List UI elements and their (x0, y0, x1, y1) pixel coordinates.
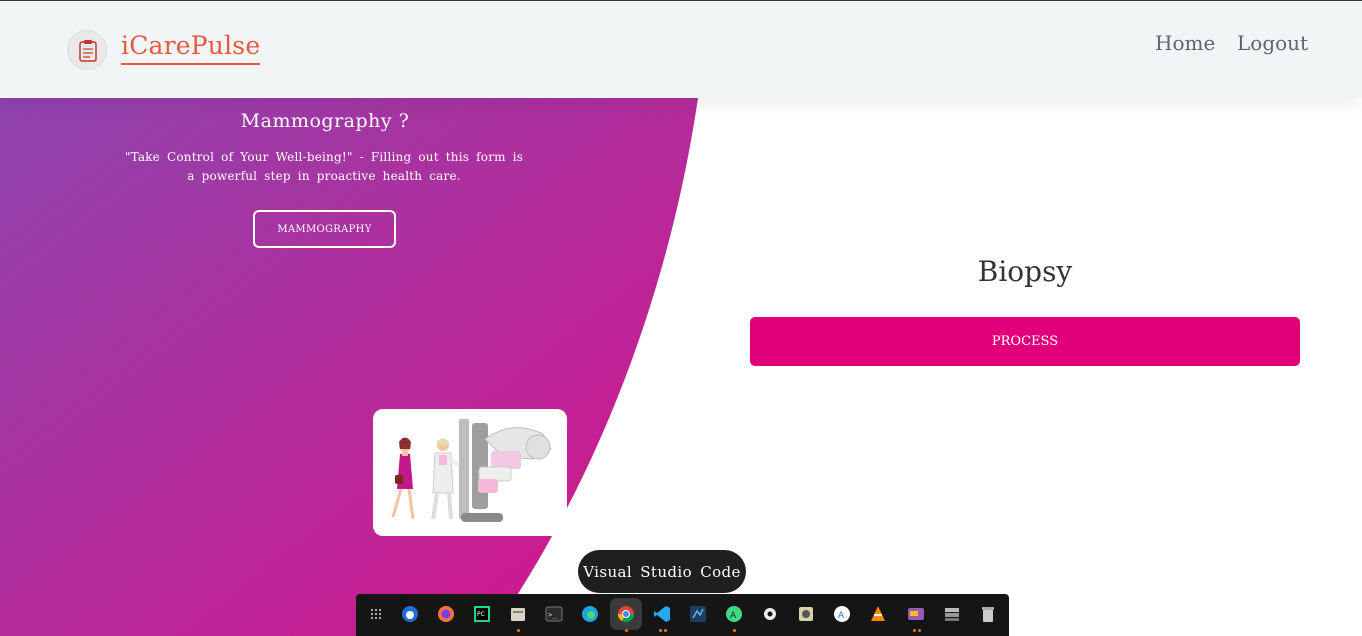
file-manager-icon[interactable] (508, 604, 528, 624)
vlc-icon[interactable] (868, 604, 888, 624)
svg-text:>_: >_ (548, 611, 557, 619)
running-indicator (918, 629, 921, 632)
running-indicator (517, 629, 520, 632)
svg-text:A: A (838, 611, 845, 621)
running-indicator (625, 629, 628, 632)
nav-logout-link[interactable]: Logout (1237, 31, 1308, 55)
software-center-icon[interactable]: A (832, 604, 852, 624)
navbar: iCarePulse Home Logout (0, 1, 1362, 98)
mysql-workbench-icon[interactable] (688, 604, 708, 624)
disk-icon[interactable] (796, 604, 816, 624)
terminal-icon[interactable]: >_ (544, 604, 564, 624)
thunderbird-icon[interactable] (400, 604, 420, 624)
screenshot-app-icon[interactable] (906, 604, 926, 624)
running-indicator (664, 629, 667, 632)
vscode-icon[interactable] (652, 604, 672, 624)
hero-title: Mammography ? (240, 110, 410, 132)
brand-name[interactable]: iCarePulse (121, 31, 261, 65)
nav-home-link[interactable]: Home (1155, 31, 1215, 55)
running-indicator (659, 629, 662, 632)
running-indicator (733, 629, 736, 632)
hero-description: "Take Control of Your Well-being!" - Fil… (124, 150, 524, 183)
logo-icon[interactable] (67, 30, 107, 70)
storage-icon[interactable] (942, 604, 962, 624)
trash-icon[interactable] (978, 604, 998, 624)
mammography-illustration (373, 409, 567, 536)
svg-text:A: A (730, 611, 737, 621)
settings-icon[interactable] (760, 604, 780, 624)
process-button[interactable]: PROCESS (750, 317, 1300, 366)
firefox-icon[interactable] (436, 604, 456, 624)
biopsy-title: Biopsy (977, 255, 1073, 288)
edge-icon[interactable] (580, 604, 600, 624)
app-grid-icon[interactable] (366, 604, 386, 624)
mammography-button[interactable]: MAMMOGRAPHY (253, 210, 396, 248)
pycharm-icon[interactable]: PC (472, 604, 492, 624)
chrome-icon[interactable] (616, 604, 636, 624)
taskbar-tooltip: Visual Studio Code (578, 550, 746, 593)
svg-text:PC: PC (477, 611, 485, 618)
android-studio-icon[interactable]: A (724, 604, 744, 624)
running-indicator (913, 629, 916, 632)
taskbar: PC >_ A A (356, 594, 1009, 636)
